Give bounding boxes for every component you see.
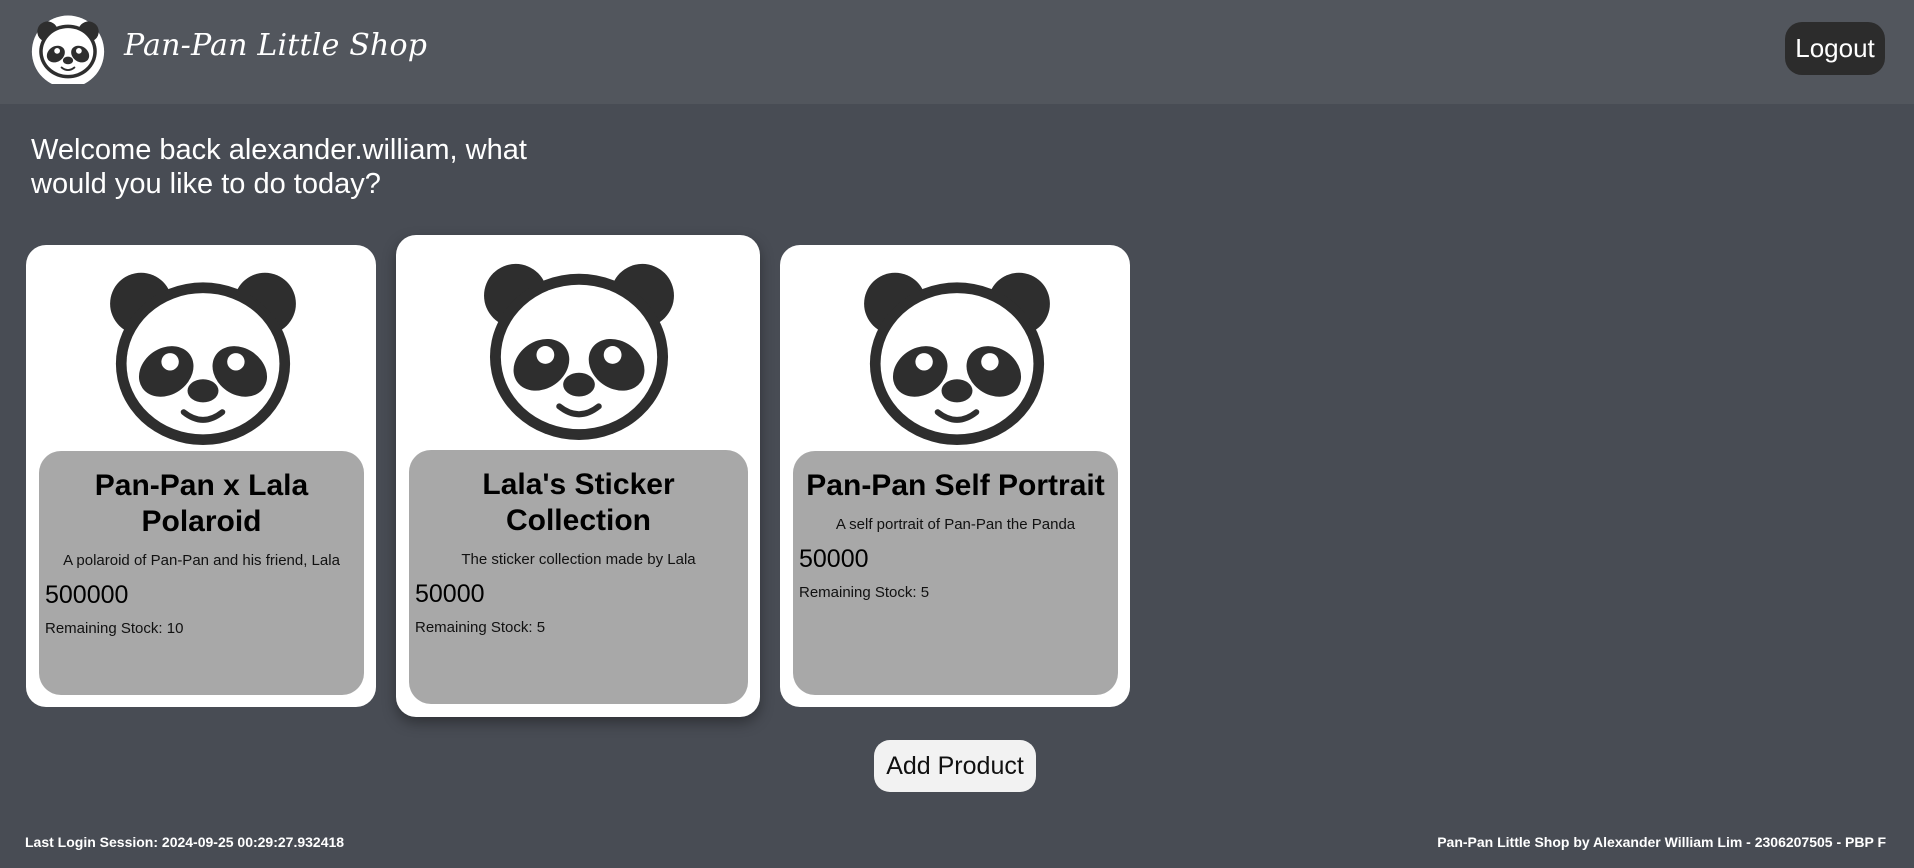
product-stock: Remaining Stock: 10 — [45, 620, 184, 637]
product-card[interactable]: Lala's Sticker Collection The sticker co… — [396, 235, 760, 717]
welcome-message: Welcome back alexander.william, what wou… — [31, 134, 527, 200]
product-price: 50000 — [415, 580, 485, 608]
product-info: Lala's Sticker Collection The sticker co… — [409, 450, 748, 704]
product-card[interactable]: Pan-Pan x Lala Polaroid A polaroid of Pa… — [26, 245, 376, 707]
last-login-session: Last Login Session: 2024-09-25 00:29:27.… — [25, 834, 345, 850]
logout-button[interactable]: Logout — [1785, 22, 1885, 75]
panda-logo-icon[interactable] — [30, 14, 106, 84]
product-info: Pan-Pan Self Portrait A self portrait of… — [793, 451, 1118, 695]
product-price: 500000 — [45, 581, 129, 609]
product-name: Lala's Sticker Collection — [482, 468, 675, 537]
product-stock: Remaining Stock: 5 — [415, 619, 546, 636]
product-card[interactable]: Pan-Pan Self Portrait A self portrait of… — [780, 245, 1130, 707]
product-stock: Remaining Stock: 5 — [799, 584, 930, 601]
product-name: Pan-Pan x Lala Polaroid — [94, 469, 309, 538]
navbar: Pan-Pan Little Shop Logout — [0, 0, 1914, 104]
product-description: A polaroid of Pan-Pan and his friend, La… — [63, 552, 340, 569]
product-name: Pan-Pan Self Portrait — [806, 469, 1105, 502]
footer-credits: Pan-Pan Little Shop by Alexander William… — [1437, 834, 1886, 850]
product-description: The sticker collection made by Lala — [461, 551, 696, 568]
product-description: A self portrait of Pan-Pan the Panda — [835, 516, 1076, 533]
add-product-button[interactable]: Add Product — [874, 740, 1036, 792]
product-price: 50000 — [799, 545, 869, 573]
panda-icon — [480, 256, 678, 440]
brand-title[interactable]: Pan-Pan Little Shop — [124, 28, 427, 63]
product-info: Pan-Pan x Lala Polaroid A polaroid of Pa… — [39, 451, 364, 695]
panda-icon — [860, 265, 1054, 445]
panda-icon — [106, 265, 300, 445]
